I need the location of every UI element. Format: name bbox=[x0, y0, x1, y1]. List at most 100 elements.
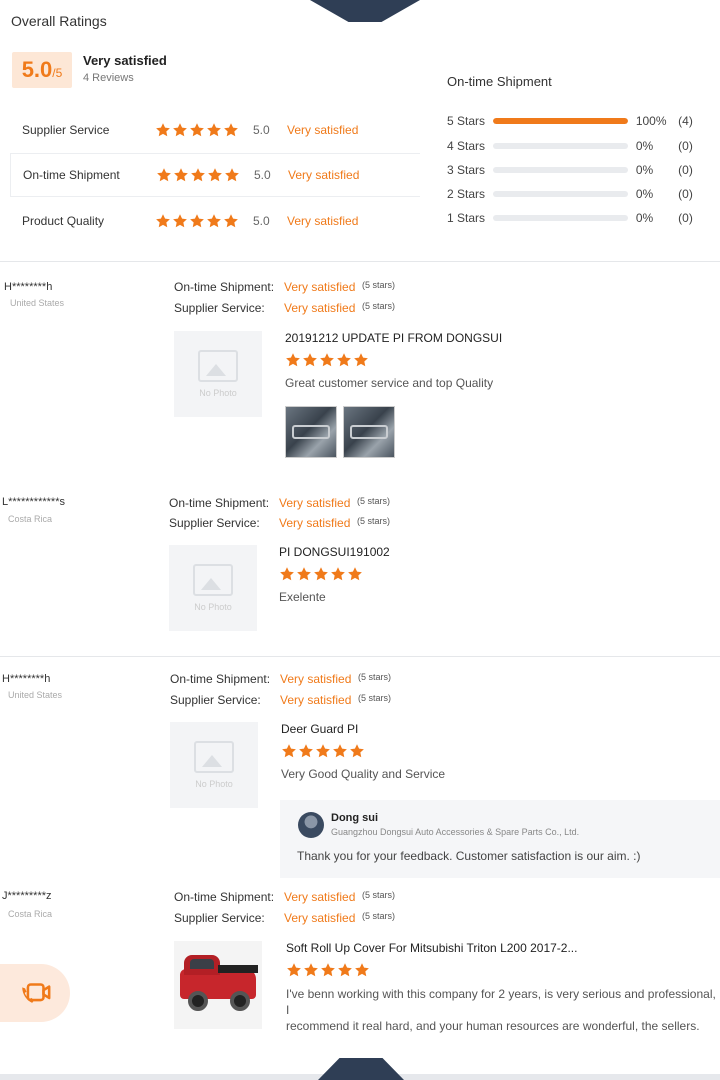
distribution-label: 2 Stars bbox=[447, 187, 486, 201]
meta-value: Very satisfied bbox=[284, 890, 356, 904]
meta-label: Supplier Service: bbox=[174, 911, 265, 925]
product-photo-placeholder[interactable]: No Photo bbox=[174, 331, 262, 417]
star-icon bbox=[336, 352, 352, 368]
star-icon bbox=[172, 213, 188, 229]
distribution-row: 2 Stars 0% (0) bbox=[447, 185, 707, 203]
review-product-title[interactable]: PI DONGSUI191002 bbox=[279, 545, 390, 559]
distribution-percent: 100% bbox=[635, 114, 667, 128]
meta-value: Very satisfied bbox=[279, 496, 351, 510]
star-icon bbox=[281, 743, 297, 759]
distribution-count: (0) bbox=[678, 163, 693, 177]
star-icon bbox=[330, 566, 346, 582]
distribution-percent: 0% bbox=[635, 187, 654, 201]
review-service-rating: Supplier Service: Very satisfied (5 star… bbox=[174, 301, 395, 315]
meta-label: Supplier Service: bbox=[174, 301, 265, 315]
product-photo-placeholder[interactable]: No Photo bbox=[169, 545, 257, 631]
meta-stars: (5 stars) bbox=[362, 301, 396, 311]
reviewer-name: L************s bbox=[2, 496, 65, 508]
reviewer-name: H********h bbox=[2, 673, 51, 685]
reply-text: Thank you for your feedback. Customer sa… bbox=[297, 849, 641, 863]
review-product-title[interactable]: Soft Roll Up Cover For Mitsubishi Triton… bbox=[286, 941, 577, 955]
star-icon bbox=[279, 566, 295, 582]
meta-label: On-time Shipment: bbox=[170, 672, 271, 686]
distribution-row: 3 Stars 0% (0) bbox=[447, 161, 707, 179]
meta-label: On-time Shipment: bbox=[174, 890, 275, 904]
category-label: On-time Shipment bbox=[23, 168, 120, 182]
meta-stars: (5 stars) bbox=[362, 890, 396, 900]
distribution-count: (4) bbox=[678, 114, 693, 128]
star-icon bbox=[223, 122, 239, 138]
meta-label: On-time Shipment: bbox=[174, 280, 275, 294]
category-label: Supplier Service bbox=[22, 123, 110, 137]
star-icon bbox=[313, 566, 329, 582]
product-photo-truck[interactable] bbox=[174, 941, 262, 1029]
section-divider bbox=[0, 261, 720, 262]
meta-stars: (5 stars) bbox=[357, 516, 391, 526]
overall-ratings-title: Overall Ratings bbox=[11, 13, 107, 29]
star-icon bbox=[349, 743, 365, 759]
overall-summary: Very satisfied bbox=[83, 53, 167, 68]
category-text: Very satisfied bbox=[288, 168, 360, 182]
meta-stars: (5 stars) bbox=[362, 911, 396, 921]
reviewer-country: United States bbox=[8, 690, 63, 700]
distribution-row: 4 Stars 0% (0) bbox=[447, 137, 707, 155]
meta-stars: (5 stars) bbox=[358, 672, 392, 682]
image-placeholder-icon bbox=[198, 350, 238, 382]
review-photo-thumbnail[interactable] bbox=[285, 406, 337, 458]
star-icon bbox=[302, 352, 318, 368]
reviewer-country: United States bbox=[10, 298, 65, 308]
review-stars bbox=[285, 352, 369, 368]
section-divider bbox=[0, 656, 720, 657]
avatar bbox=[298, 812, 324, 838]
review-body-line: recommend it real hard, and your human r… bbox=[286, 1019, 700, 1033]
review-stars bbox=[279, 566, 363, 582]
review-body: I've benn working with this company for … bbox=[286, 986, 718, 1034]
top-tab-decoration bbox=[310, 0, 420, 22]
review-shipment-rating: On-time Shipment: Very satisfied (5 star… bbox=[174, 890, 395, 904]
star-icon bbox=[332, 743, 348, 759]
star-icon bbox=[347, 566, 363, 582]
category-row-supplier-service: Supplier Service 5.0 Very satisfied bbox=[10, 108, 420, 152]
distribution-bar bbox=[493, 191, 628, 197]
review-photo-thumbnail[interactable] bbox=[343, 406, 395, 458]
overall-reviews-count[interactable]: 4 Reviews bbox=[83, 72, 134, 84]
category-text: Very satisfied bbox=[287, 123, 359, 137]
meta-label: Supplier Service: bbox=[169, 516, 260, 530]
meta-label: On-time Shipment: bbox=[169, 496, 270, 510]
star-icon bbox=[172, 122, 188, 138]
reviewer-name: J*********z bbox=[2, 890, 52, 902]
meta-stars: (5 stars) bbox=[362, 280, 396, 290]
review-service-rating: Supplier Service: Very satisfied (5 star… bbox=[169, 516, 390, 530]
category-row-on-time-shipment: On-time Shipment 5.0 Very satisfied bbox=[10, 153, 420, 197]
distribution-row: 1 Stars 0% (0) bbox=[447, 209, 707, 227]
review-service-rating: Supplier Service: Very satisfied (5 star… bbox=[170, 693, 391, 707]
review-product-title[interactable]: 20191212 UPDATE PI FROM DONGSUI bbox=[285, 331, 502, 345]
video-call-button[interactable] bbox=[0, 964, 70, 1022]
star-icon bbox=[156, 167, 172, 183]
distribution-title: On-time Shipment bbox=[447, 74, 552, 89]
star-icon bbox=[296, 566, 312, 582]
category-stars bbox=[156, 167, 240, 183]
star-icon bbox=[315, 743, 331, 759]
no-photo-label: No Photo bbox=[194, 602, 232, 612]
distribution-bar bbox=[493, 143, 628, 149]
overall-score-max: /5 bbox=[52, 66, 63, 80]
meta-value: Very satisfied bbox=[284, 301, 356, 315]
review-shipment-rating: On-time Shipment: Very satisfied (5 star… bbox=[174, 280, 395, 294]
product-photo-placeholder[interactable]: No Photo bbox=[170, 722, 258, 808]
meta-value: Very satisfied bbox=[279, 516, 351, 530]
star-icon bbox=[285, 352, 301, 368]
meta-stars: (5 stars) bbox=[358, 693, 392, 703]
distribution-count: (0) bbox=[678, 139, 693, 153]
star-icon bbox=[189, 213, 205, 229]
meta-value: Very satisfied bbox=[280, 693, 352, 707]
star-icon bbox=[353, 352, 369, 368]
review-shipment-rating: On-time Shipment: Very satisfied (5 star… bbox=[169, 496, 390, 510]
no-photo-label: No Photo bbox=[195, 779, 233, 789]
review-product-title[interactable]: Deer Guard PI bbox=[281, 722, 358, 736]
star-icon bbox=[206, 122, 222, 138]
star-icon bbox=[173, 167, 189, 183]
star-icon bbox=[224, 167, 240, 183]
meta-value: Very satisfied bbox=[280, 672, 352, 686]
category-value: 5.0 bbox=[253, 123, 270, 137]
